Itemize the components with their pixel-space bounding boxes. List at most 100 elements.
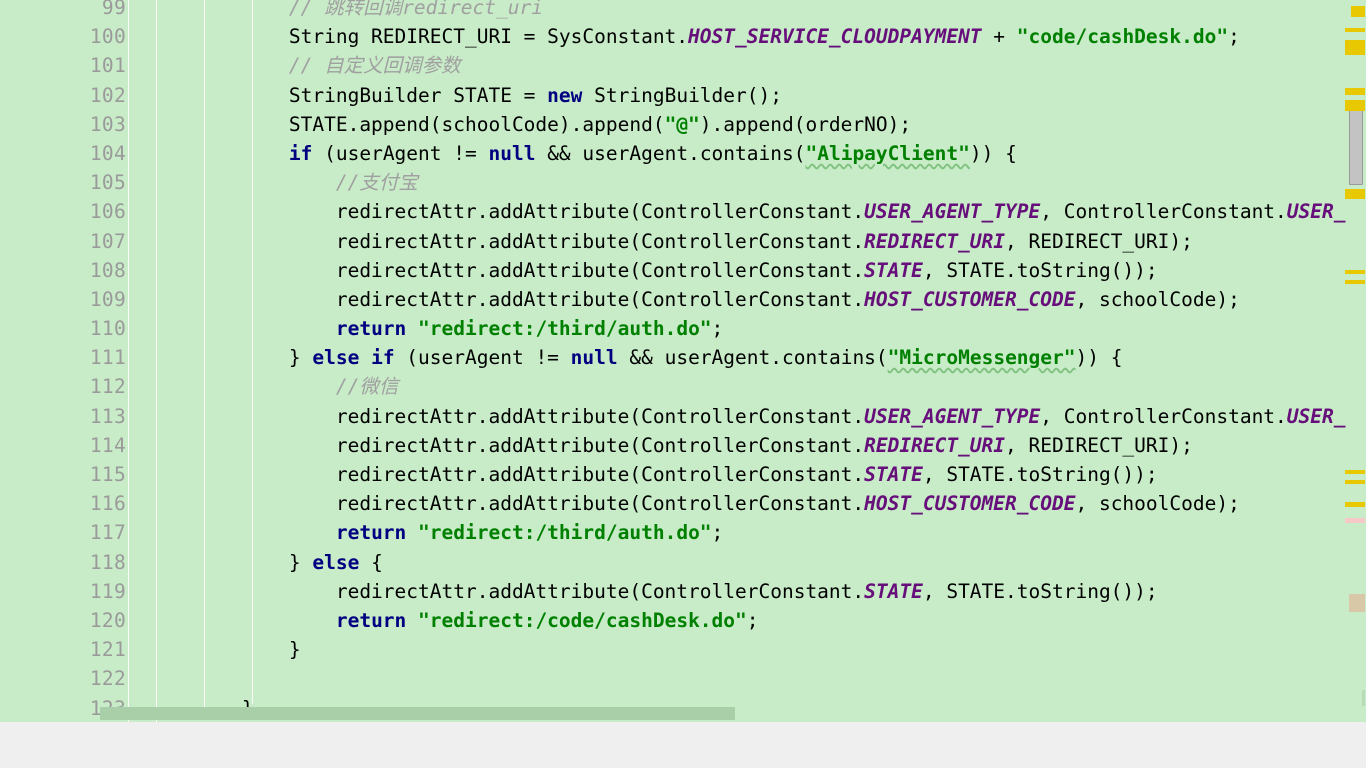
token-plain: )) { xyxy=(1075,346,1123,370)
token-plain: , STATE.toString()); xyxy=(922,579,1158,603)
scrollbar-marker-5[interactable] xyxy=(1345,189,1365,199)
code-line[interactable]: 108 redirectAttr.addAttribute(Controller… xyxy=(0,256,1366,285)
line-content[interactable]: // 跳转回调redirect_uri xyxy=(148,0,543,22)
line-content[interactable]: redirectAttr.addAttribute(ControllerCons… xyxy=(148,227,1193,256)
line-content[interactable]: } else { xyxy=(148,548,383,577)
code-line[interactable]: 118 } else { xyxy=(0,548,1366,577)
scrollbar-marker-13[interactable] xyxy=(1362,690,1365,706)
code-line[interactable]: 111 } else if (userAgent != null && user… xyxy=(0,343,1366,372)
line-number: 114 xyxy=(89,433,126,457)
scrollbar-marker-0[interactable] xyxy=(1351,6,1365,17)
code-line-list[interactable]: 99 // 跳转回调redirect_uri 100 String REDIREC… xyxy=(0,0,1366,722)
line-content[interactable]: redirectAttr.addAttribute(ControllerCons… xyxy=(148,489,1240,518)
code-line[interactable]: 106 redirectAttr.addAttribute(Controller… xyxy=(0,197,1366,226)
line-content[interactable]: if (userAgent != null && userAgent.conta… xyxy=(148,139,1017,168)
code-line[interactable]: 116 redirectAttr.addAttribute(Controller… xyxy=(0,489,1366,518)
token-str: "MicroMessenger" xyxy=(887,346,1076,370)
scrollbar-marker-9[interactable] xyxy=(1345,480,1365,484)
line-content[interactable]: redirectAttr.addAttribute(ControllerCons… xyxy=(148,460,1158,489)
token-kw: return xyxy=(335,521,407,545)
token-plain: , schoolCode); xyxy=(1075,492,1240,516)
marker-gutter[interactable] xyxy=(1344,0,1366,722)
line-content[interactable]: redirectAttr.addAttribute(ControllerCons… xyxy=(148,577,1158,606)
token-plain: redirectAttr.addAttribute(ControllerCons… xyxy=(148,463,865,486)
code-line[interactable]: 120 return "redirect:/code/cashDesk.do"; xyxy=(0,606,1366,635)
code-line[interactable]: 102 StringBuilder STATE = new StringBuil… xyxy=(0,81,1366,110)
token-str: "@" xyxy=(664,112,700,136)
line-content[interactable]: // 自定义回调参数 xyxy=(148,51,461,80)
code-line[interactable]: 104 if (userAgent != null && userAgent.c… xyxy=(0,139,1366,168)
code-line[interactable]: 100 String REDIRECT_URI = SysConstant.HO… xyxy=(0,22,1366,51)
line-content[interactable]: redirectAttr.addAttribute(ControllerCons… xyxy=(148,256,1158,285)
line-content[interactable]: //支付宝 xyxy=(148,168,418,197)
line-content[interactable]: return "redirect:/third/auth.do"; xyxy=(148,314,723,343)
token-kw: else if xyxy=(312,346,395,370)
line-number: 108 xyxy=(89,258,126,282)
line-number: 122 xyxy=(89,667,126,691)
token-cst: USER_ xyxy=(1286,200,1346,224)
line-number: 118 xyxy=(89,550,126,574)
scrollbar-marker-11[interactable] xyxy=(1345,518,1365,523)
token-plain: + xyxy=(981,25,1017,49)
scrollbar-marker-3[interactable] xyxy=(1345,88,1365,95)
scrollbar-marker-1[interactable] xyxy=(1345,28,1365,32)
code-line[interactable]: 107 redirectAttr.addAttribute(Controller… xyxy=(0,227,1366,256)
scrollbar-marker-10[interactable] xyxy=(1345,502,1365,507)
line-content[interactable]: //微信 xyxy=(148,372,398,401)
code-line[interactable]: 110 return "redirect:/third/auth.do"; xyxy=(0,314,1366,343)
token-kw: return xyxy=(335,608,407,632)
code-line[interactable]: 114 redirectAttr.addAttribute(Controller… xyxy=(0,431,1366,460)
line-content[interactable]: StringBuilder STATE = new StringBuilder(… xyxy=(148,81,782,110)
scrollbar-marker-4[interactable] xyxy=(1345,100,1365,111)
code-line[interactable]: 121 } xyxy=(0,635,1366,664)
scrollbar-marker-8[interactable] xyxy=(1345,470,1365,474)
code-line[interactable]: 117 return "redirect:/third/auth.do"; xyxy=(0,518,1366,547)
line-content[interactable]: return "redirect:/code/cashDesk.do"; xyxy=(148,606,759,635)
vertical-scrollbar-thumb[interactable] xyxy=(1349,105,1363,185)
line-content[interactable]: redirectAttr.addAttribute(ControllerCons… xyxy=(148,197,1346,226)
code-line[interactable]: 109 redirectAttr.addAttribute(Controller… xyxy=(0,285,1366,314)
line-number: 105 xyxy=(89,171,126,195)
token-plain: (userAgent != xyxy=(312,141,489,165)
line-content[interactable]: STATE.append(schoolCode).append("@").app… xyxy=(148,110,911,139)
code-line[interactable]: 119 redirectAttr.addAttribute(Controller… xyxy=(0,577,1366,606)
token-plain: ; xyxy=(1228,25,1240,49)
line-content[interactable]: String REDIRECT_URI = SysConstant.HOST_S… xyxy=(148,22,1240,51)
token-plain: redirectAttr.addAttribute(ControllerCons… xyxy=(148,404,865,428)
code-line[interactable]: 101 // 自定义回调参数 xyxy=(0,51,1366,80)
line-content[interactable]: return "redirect:/third/auth.do"; xyxy=(148,518,723,547)
scrollbar-marker-7[interactable] xyxy=(1345,280,1365,284)
token-str: "code/cashDesk.do" xyxy=(1016,25,1229,49)
code-line[interactable]: 105 //支付宝 xyxy=(0,168,1366,197)
line-content[interactable]: redirectAttr.addAttribute(ControllerCons… xyxy=(148,402,1346,431)
token-plain: ; xyxy=(711,317,724,341)
code-line[interactable]: 122 xyxy=(0,664,1366,693)
scrollbar-marker-2[interactable] xyxy=(1345,40,1365,55)
line-content[interactable]: redirectAttr.addAttribute(ControllerCons… xyxy=(148,285,1240,314)
token-cst: STATE xyxy=(864,463,923,486)
token-kw: new xyxy=(547,83,583,107)
line-content[interactable]: redirectAttr.addAttribute(ControllerCons… xyxy=(148,431,1193,460)
code-line[interactable]: 113 redirectAttr.addAttribute(Controller… xyxy=(0,402,1366,431)
token-cst: REDIRECT_URI xyxy=(864,433,1006,457)
token-cst: USER_AGENT_TYPE xyxy=(864,200,1041,224)
token-cmt: //微信 xyxy=(335,375,399,399)
horizontal-scrollbar-thumb[interactable] xyxy=(100,707,735,720)
token-plain: && userAgent.contains( xyxy=(617,346,888,370)
code-editor-surface[interactable]: 99 // 跳转回调redirect_uri 100 String REDIREC… xyxy=(0,0,1366,722)
line-number: 115 xyxy=(89,463,126,486)
code-line[interactable]: 103 STATE.append(schoolCode).append("@")… xyxy=(0,110,1366,139)
scrollbar-marker-6[interactable] xyxy=(1345,270,1365,274)
token-plain: ; xyxy=(746,608,759,632)
scrollbar-marker-12[interactable] xyxy=(1349,594,1365,612)
token-kw: if xyxy=(288,141,313,165)
line-content[interactable]: } xyxy=(148,635,301,664)
code-line[interactable]: 99 // 跳转回调redirect_uri xyxy=(0,0,1366,22)
code-line[interactable]: 112 //微信 xyxy=(0,372,1366,401)
token-plain: STATE.append(schoolCode).append( xyxy=(148,112,665,136)
line-content[interactable]: } else if (userAgent != null && userAgen… xyxy=(148,343,1123,372)
code-line[interactable]: 115 redirectAttr.addAttribute(Controller… xyxy=(0,460,1366,489)
